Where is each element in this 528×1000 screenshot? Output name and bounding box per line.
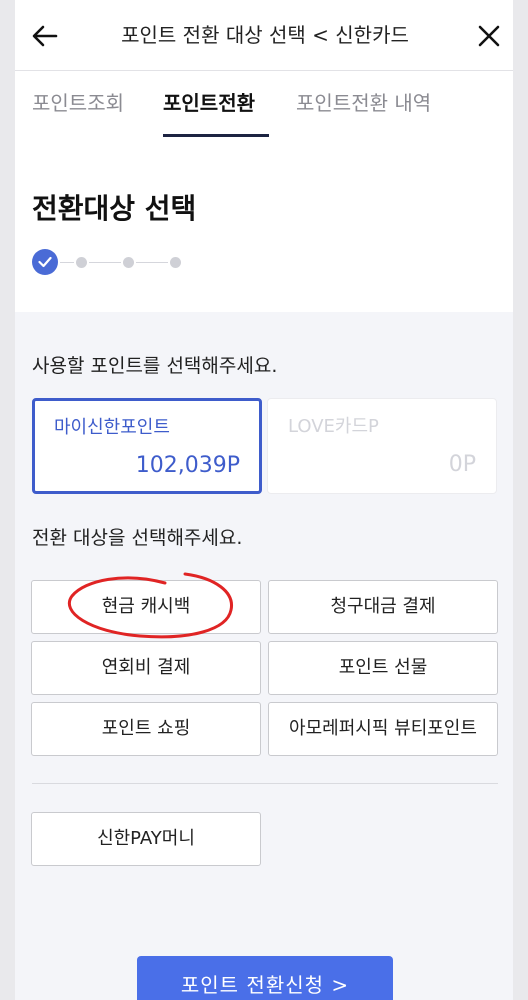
step-connector <box>60 262 74 263</box>
step-4-dot <box>170 257 181 268</box>
point-shopping-button[interactable]: 포인트 쇼핑 <box>31 702 261 756</box>
bill-payment-button[interactable]: 청구대금 결제 <box>268 580 498 634</box>
close-button[interactable] <box>475 22 503 50</box>
step-connector <box>89 262 121 263</box>
close-icon <box>478 25 500 47</box>
arrow-left-icon <box>32 25 58 47</box>
point-gift-button[interactable]: 포인트 선물 <box>268 641 498 695</box>
step-2-dot <box>76 257 87 268</box>
point-card-name: LOVE카드P <box>288 416 379 437</box>
amorepacific-beauty-point-button[interactable]: 아모레퍼시픽 뷰티포인트 <box>268 702 498 756</box>
cash-back-button[interactable]: 현금 캐시백 <box>31 580 261 634</box>
header-bar: 포인트 전환 대상 선택 < 신한카드 <box>15 0 513 71</box>
page-title: 포인트 전환 대상 선택 < 신한카드 <box>121 23 409 47</box>
shinhan-pay-money-button[interactable]: 신한PAY머니 <box>31 812 261 866</box>
point-card-value: 0P <box>448 452 476 477</box>
convert-request-button[interactable]: 포인트 전환신청 > <box>137 956 393 1000</box>
back-button[interactable] <box>31 22 59 50</box>
section-title: 전환대상 선택 <box>32 192 197 225</box>
step-indicator <box>32 249 212 275</box>
section-divider <box>32 783 498 784</box>
tab-point-inquiry[interactable]: 포인트조회 <box>32 88 124 118</box>
step-1-complete <box>32 249 58 275</box>
step-connector <box>136 262 168 263</box>
tab-conversion-history[interactable]: 포인트전환 내역 <box>296 88 431 118</box>
annual-fee-payment-button[interactable]: 연회비 결제 <box>31 641 261 695</box>
point-card-love[interactable]: LOVE카드P 0P <box>267 398 497 494</box>
active-tab-indicator <box>163 134 269 137</box>
target-select-prompt: 전환 대상을 선택해주세요. <box>32 527 243 549</box>
step-3-dot <box>123 257 134 268</box>
point-select-prompt: 사용할 포인트를 선택해주세요. <box>32 355 278 377</box>
check-icon <box>38 256 52 268</box>
tab-point-conversion[interactable]: 포인트전환 <box>163 88 255 118</box>
point-card-value: 102,039P <box>135 453 240 478</box>
app-frame: 포인트 전환 대상 선택 < 신한카드 포인트조회 포인트전환 포인트전환 내역… <box>15 0 513 1000</box>
top-section: 포인트조회 포인트전환 포인트전환 내역 전환대상 선택 <box>15 71 513 312</box>
point-card-name: 마이신한포인트 <box>54 417 170 438</box>
point-card-my-shinhan[interactable]: 마이신한포인트 102,039P <box>32 398 262 494</box>
